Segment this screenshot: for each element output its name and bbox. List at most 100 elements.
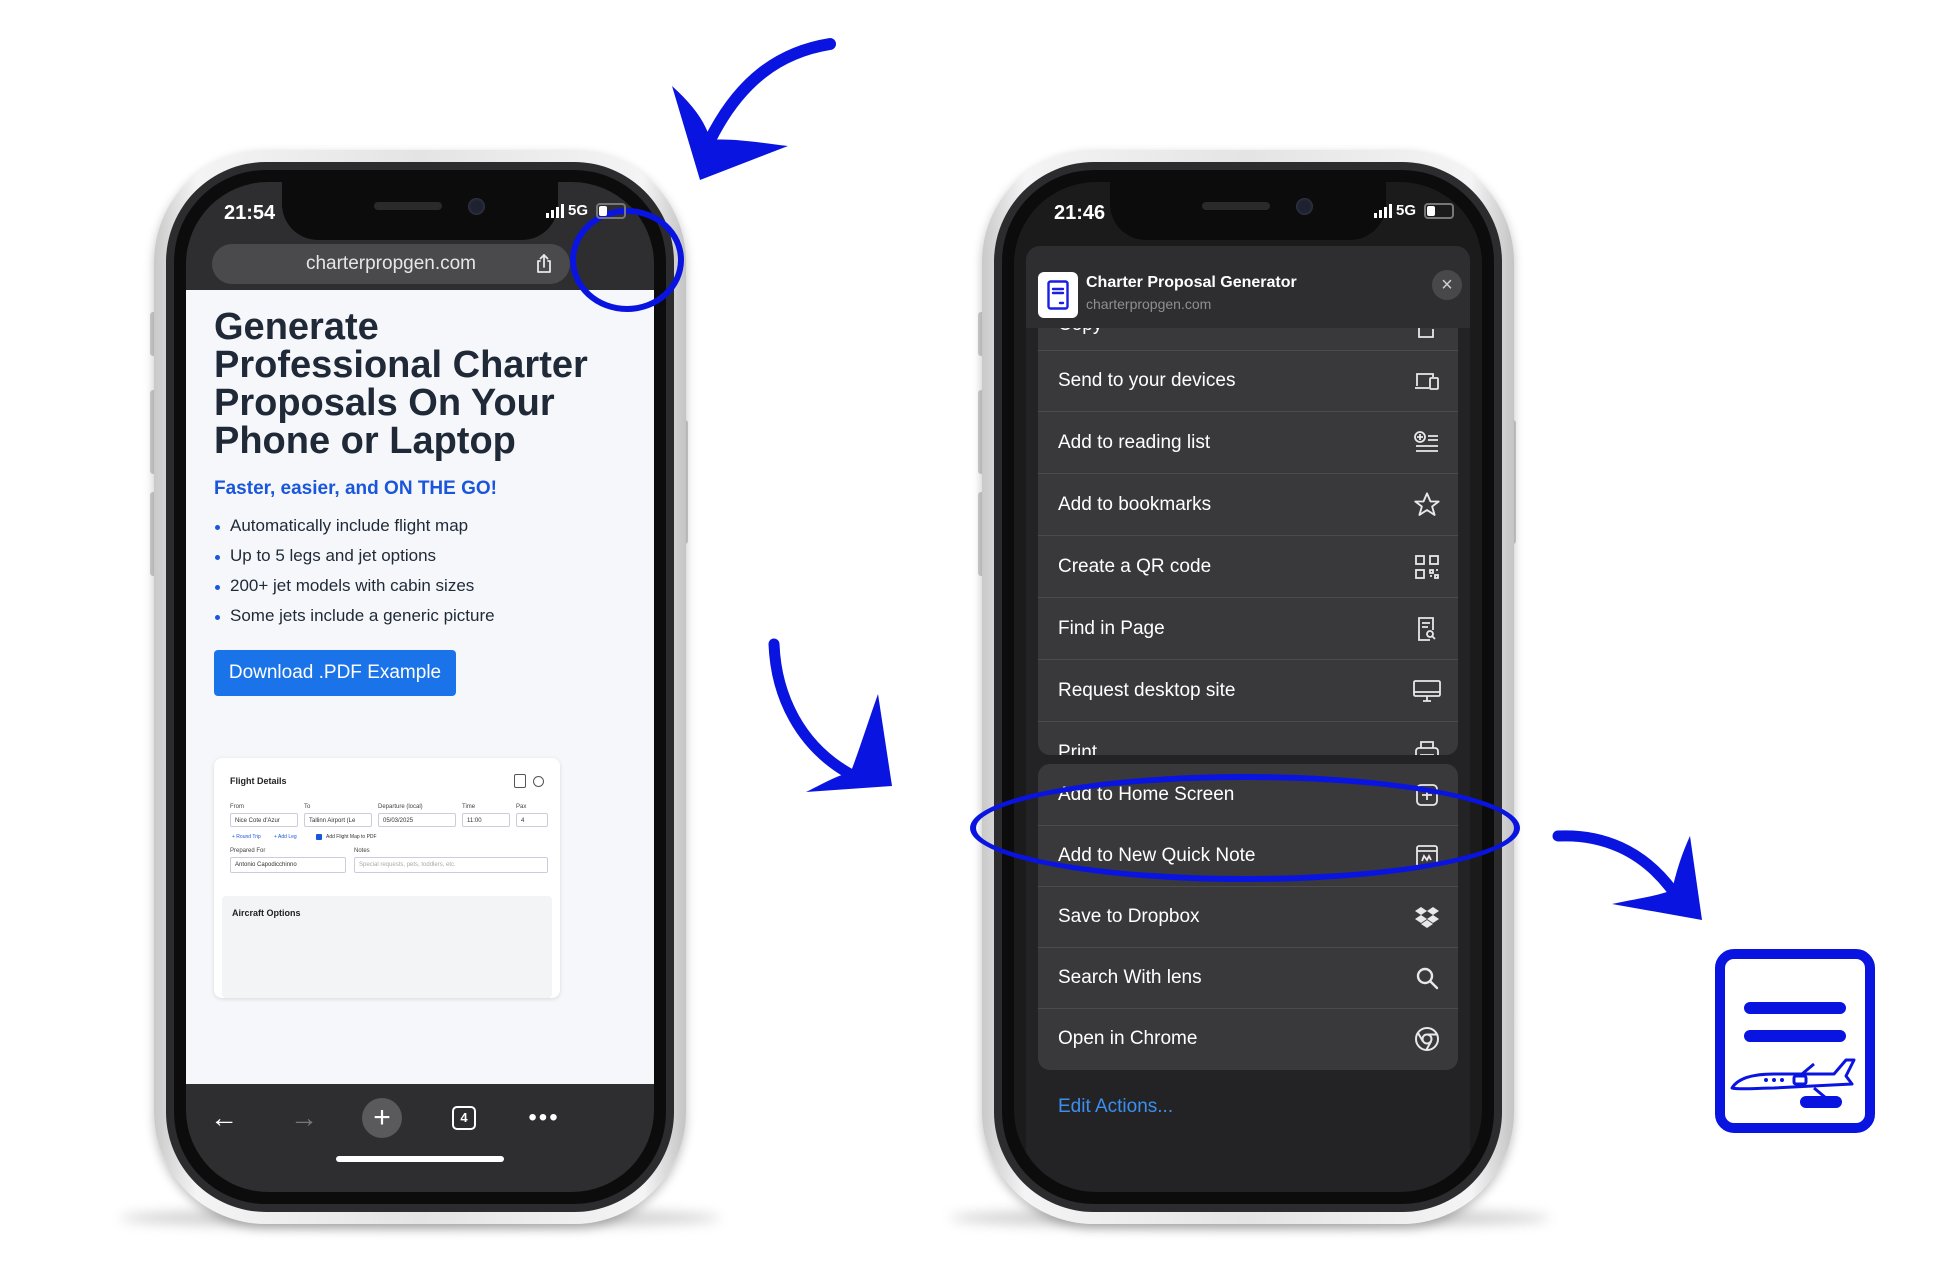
battery-icon — [1424, 202, 1454, 219]
close-icon[interactable]: × — [1432, 270, 1462, 300]
notes-label: Notes — [354, 848, 370, 854]
notch — [1110, 182, 1386, 240]
copy-icon — [514, 774, 526, 788]
feature-list: Automatically include flight map Up to 5… — [214, 516, 495, 636]
share-sheet: Charter Proposal Generator charterpropge… — [1026, 246, 1470, 1192]
action-row-dropbox[interactable]: Save to Dropbox — [1038, 886, 1458, 948]
battery-icon — [596, 202, 626, 219]
search-icon — [1412, 963, 1442, 993]
action-label: Search With lens — [1058, 966, 1202, 988]
download-pdf-button[interactable]: Download .PDF Example — [214, 650, 456, 696]
share-sheet-header: Charter Proposal Generator charterpropge… — [1026, 246, 1470, 328]
map-checkbox[interactable] — [316, 834, 322, 840]
share-sheet-title: Charter Proposal Generator — [1086, 274, 1297, 291]
action-row-bookmarks[interactable]: Add to bookmarks — [1038, 474, 1458, 536]
web-page: Generate Professional Charter Proposals … — [186, 290, 654, 1084]
aircraft-options-section: Aircraft Options — [222, 896, 552, 998]
devices-icon — [1412, 366, 1442, 396]
add-to-home-highlight-ellipse — [970, 774, 1520, 882]
charter-proposal-app-icon — [1715, 949, 1875, 1133]
add-leg-link[interactable]: + Add Leg — [274, 834, 297, 840]
to-field[interactable]: Tallinn Airport (Le — [304, 813, 372, 827]
qr-code-icon — [1412, 552, 1442, 582]
share-icon[interactable] — [532, 252, 556, 276]
left-phone: 21:54 5G charterpropgen.com Generate Pro… — [154, 150, 686, 1224]
action-row-desktop-site[interactable]: Request desktop site — [1038, 660, 1458, 722]
prepared-for-field[interactable]: Antonio Capodicchinno — [230, 857, 346, 873]
new-tab-icon[interactable]: + — [362, 1098, 402, 1138]
home-indicator — [336, 1156, 504, 1162]
list-item: 200+ jet models with cabin sizes — [214, 576, 495, 606]
add-map-label: Add Flight Map to PDF — [326, 834, 377, 840]
reading-list-icon — [1412, 428, 1442, 458]
hero-subtitle: Faster, easier, and ON THE GO! — [214, 478, 497, 499]
round-trip-link[interactable]: + Round Trip — [232, 834, 261, 840]
action-label: Print — [1058, 741, 1098, 756]
share-sheet-url: charterpropgen.com — [1086, 296, 1212, 312]
action-label: Add to bookmarks — [1058, 493, 1212, 515]
network-label: 5G — [567, 202, 588, 219]
prepared-for-label: Prepared For — [230, 848, 266, 854]
notes-field[interactable]: Special requests, pets, toddlers, etc. — [354, 857, 548, 873]
status-time: 21:46 — [1054, 202, 1106, 224]
print-icon — [1412, 738, 1442, 755]
action-row-open-in-chrome[interactable]: Open in Chrome — [1038, 1008, 1458, 1069]
arrow-to-home-icon — [1552, 830, 1702, 920]
action-row-find-in-page[interactable]: Find in Page — [1038, 598, 1458, 660]
arrow-to-share-icon — [672, 38, 836, 180]
from-label: From — [230, 804, 244, 810]
more-icon[interactable]: ••• — [526, 1100, 562, 1136]
preview-title: Flight Details — [230, 776, 287, 786]
action-row-send-to-devices[interactable]: Send to your devices — [1038, 350, 1458, 412]
left-phone-screen: 21:54 5G charterpropgen.com Generate Pro… — [186, 182, 654, 1192]
list-item: Up to 5 legs and jet options — [214, 546, 495, 576]
right-phone-screen: 21:46 5G Charter Proposal Generator char… — [1014, 182, 1482, 1192]
pax-field[interactable]: 4 — [516, 813, 548, 827]
action-label: Find in Page — [1058, 617, 1165, 639]
status-indicators: 5G — [1373, 202, 1454, 219]
notch — [282, 182, 558, 240]
flight-details-preview: Flight Details From To Departure (local)… — [214, 758, 560, 998]
action-row-search-lens[interactable]: Search With lens — [1038, 947, 1458, 1009]
find-in-page-icon — [1412, 614, 1442, 644]
tabs-icon[interactable]: 4 — [446, 1100, 482, 1136]
signal-icon — [545, 203, 564, 218]
edit-actions-link[interactable]: Edit Actions... — [1058, 1096, 1173, 1118]
list-item: Some jets include a generic picture — [214, 606, 495, 636]
right-phone: 21:46 5G Charter Proposal Generator char… — [982, 150, 1514, 1224]
action-label: Create a QR code — [1058, 555, 1212, 577]
status-time: 21:54 — [224, 202, 276, 224]
refresh-icon — [533, 776, 544, 787]
chrome-icon — [1412, 1024, 1442, 1054]
camera-icon — [1296, 198, 1313, 215]
arrow-to-share-sheet — [768, 638, 892, 792]
departure-label: Departure (local) — [378, 804, 423, 810]
camera-icon — [468, 198, 485, 215]
hero-title: Generate Professional Charter Proposals … — [214, 306, 588, 462]
forward-arrow-icon[interactable]: → — [286, 1100, 322, 1136]
address-bar[interactable]: charterpropgen.com — [212, 244, 570, 284]
back-arrow-icon[interactable]: ← — [206, 1100, 242, 1136]
time-field[interactable]: 11:00 — [462, 813, 510, 827]
action-row-reading-list[interactable]: Add to reading list — [1038, 412, 1458, 474]
action-row-print[interactable]: Print — [1038, 722, 1458, 755]
pax-label: Pax — [516, 804, 527, 810]
action-label: Send to your devices — [1058, 369, 1236, 391]
aircraft-options-title: Aircraft Options — [232, 908, 301, 918]
action-label: Add to reading list — [1058, 431, 1211, 453]
url-text: charterpropgen.com — [305, 253, 477, 274]
time-label: Time — [462, 804, 476, 810]
desktop-icon — [1412, 676, 1442, 706]
action-row-qr-code[interactable]: Create a QR code — [1038, 536, 1458, 598]
departure-field[interactable]: 05/03/2025 — [378, 813, 456, 827]
list-item: Automatically include flight map — [214, 516, 495, 546]
network-label: 5G — [1395, 202, 1416, 219]
browser-bottom-bar: ← → + 4 ••• — [186, 1084, 654, 1192]
action-label: Request desktop site — [1058, 679, 1236, 701]
to-label: To — [304, 804, 311, 810]
action-label: Save to Dropbox — [1058, 905, 1200, 927]
star-icon — [1412, 490, 1442, 520]
tab-count: 4 — [452, 1106, 476, 1130]
from-field[interactable]: Nice Cote d'Azur — [230, 813, 298, 827]
actions-group-1: Copy Send to your devices Add to reading… — [1038, 310, 1458, 755]
